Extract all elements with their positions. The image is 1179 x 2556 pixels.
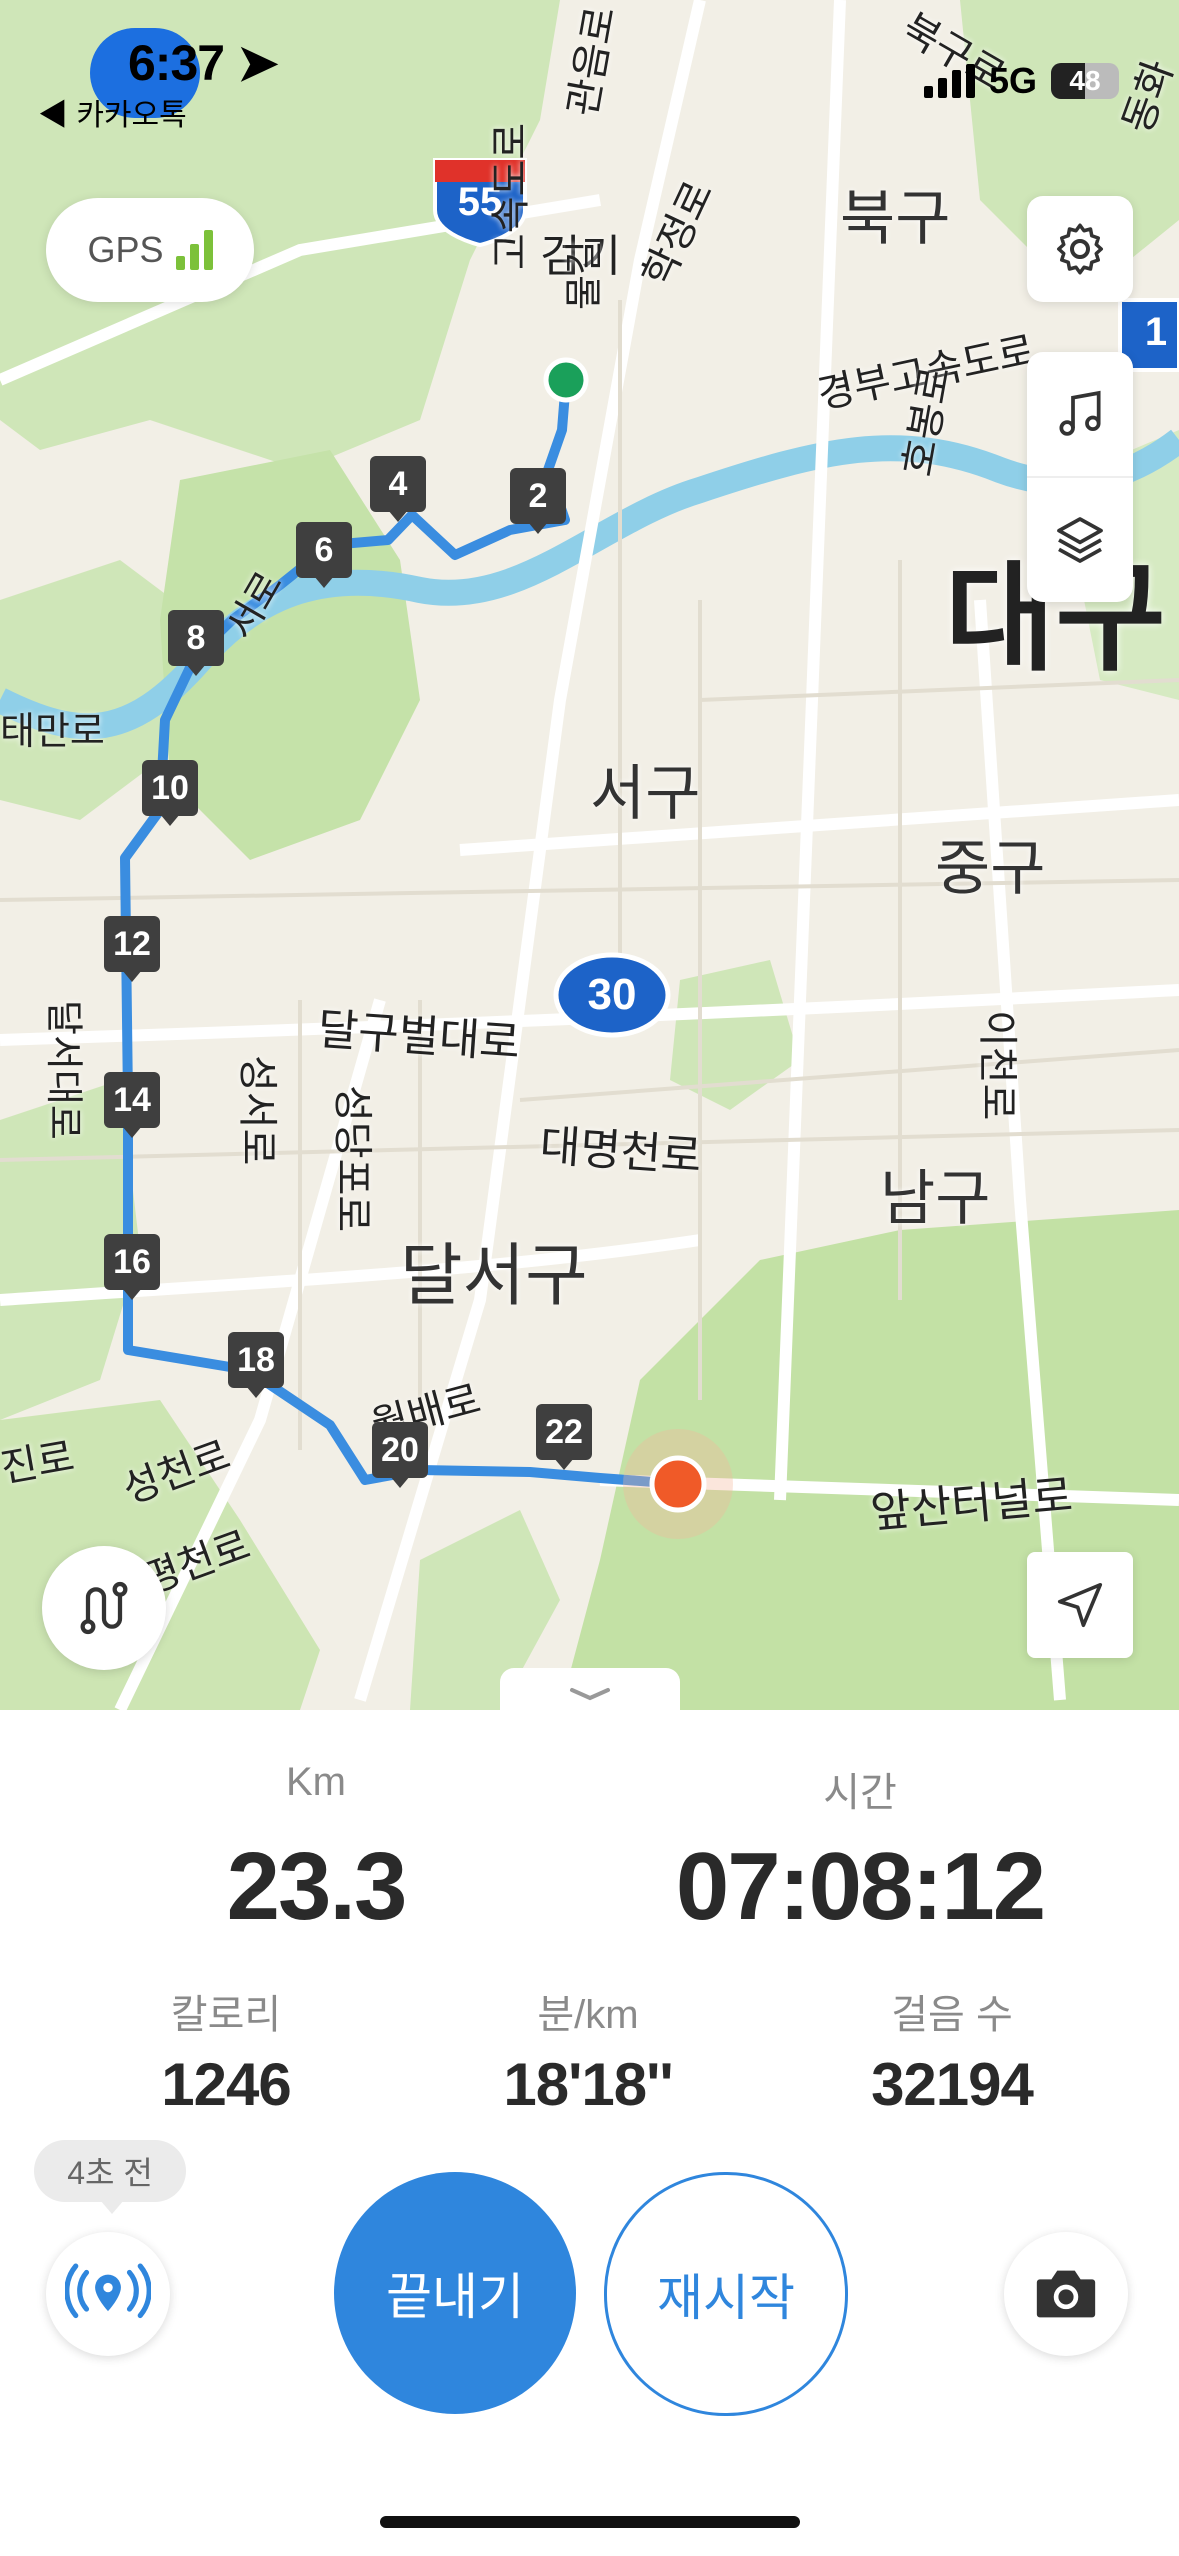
steps-value: 32194 [871,2051,1034,2118]
bubble-tail [100,2200,124,2214]
calorie-label: 칼로리 [170,1993,282,2037]
layers-icon [1057,517,1103,563]
my-location-button[interactable] [1027,1552,1133,1658]
music-button[interactable] [1027,352,1133,478]
road-daehak: 달서대로 [42,1000,84,1140]
cellular-signal-icon [923,64,975,98]
road-daemyeongcheon: 대명천로 [538,1121,704,1182]
camera-icon [1036,2270,1096,2318]
route-path-icon [80,1581,128,1635]
km-marker-12: 12 [104,916,160,982]
last-update-bubble: 4초 전 [34,2140,186,2202]
road-taeman: 태만로 [0,711,105,753]
km-marker-6: 6 [296,522,352,588]
road-highway-vertical: 고속도로 [489,122,533,270]
broadcast-location-icon [65,2263,151,2319]
restart-button[interactable]: 재시작 [604,2172,848,2416]
network-type: 5G [988,60,1037,101]
map-tools-group [1027,352,1133,602]
music-note-icon [1059,390,1101,436]
road-icheon: 이천로 [975,1010,1019,1121]
location-arrow-icon: ➤ [236,35,279,91]
km-marker-8: 8 [168,610,224,676]
chevron-down-icon [570,1688,610,1701]
label-seogu: 서구 [590,760,701,827]
gear-icon [1057,223,1103,275]
label-bukgu: 북구 [840,185,951,252]
gps-status: GPS [46,198,254,302]
camera-button[interactable] [1004,2232,1128,2356]
home-indicator [380,2516,800,2528]
status-indicators: 5G 48 [923,60,1119,102]
label-junggu: 중구 [935,835,1046,902]
distance-label: Km [286,1760,346,1804]
layers-button[interactable] [1027,478,1133,602]
km-marker-2: 2 [510,468,566,534]
live-share-button[interactable] [46,2232,170,2356]
gps-label: GPS [87,229,164,270]
battery-icon: 48 [1051,63,1119,99]
route-30-shield: 30 [587,970,637,1019]
settings-button[interactable] [1027,196,1133,302]
road-gongmul: 물길 [564,240,606,310]
route-toggle-button[interactable] [42,1546,166,1670]
status-bar: 6:37 ➤ ◀ 카카오톡 5G 48 [0,0,1179,140]
km-marker-22: 22 [536,1404,592,1470]
km-marker-10: 10 [142,760,198,826]
route-1-shield: 1 [1144,310,1168,354]
km-marker-20: 20 [372,1422,428,1488]
steps-label: 걸음 수 [891,1993,1013,2037]
label-namgu: 남구 [880,1165,991,1232]
pace-value: 18'18'' [503,2051,673,2118]
km-marker-14: 14 [104,1072,160,1138]
km-marker-4: 4 [370,456,426,522]
km-marker-16: 16 [104,1234,160,1300]
status-time: 6:37 ➤ [128,35,279,91]
gps-signal-icon [175,230,213,270]
back-to-app[interactable]: ◀ 카카오톡 [38,90,187,134]
battery-level: 48 [1069,65,1101,96]
calorie-value: 1246 [161,2051,291,2118]
time-label: 시간 [823,1771,897,1815]
finish-button[interactable]: 끝내기 [334,2172,576,2414]
km-marker-18: 18 [228,1332,284,1398]
time-value: 07:08:12 [675,1833,1046,1940]
road-seongseo: 성서로 [235,1055,279,1166]
label-dalseogu: 달서구 [400,1238,588,1314]
navigation-arrow-icon [1057,1582,1103,1628]
distance-value: 23.3 [226,1833,408,1940]
pace-label: 분/km [537,1993,639,2037]
road-seongdangpo: 성당포로 [330,1085,374,1233]
